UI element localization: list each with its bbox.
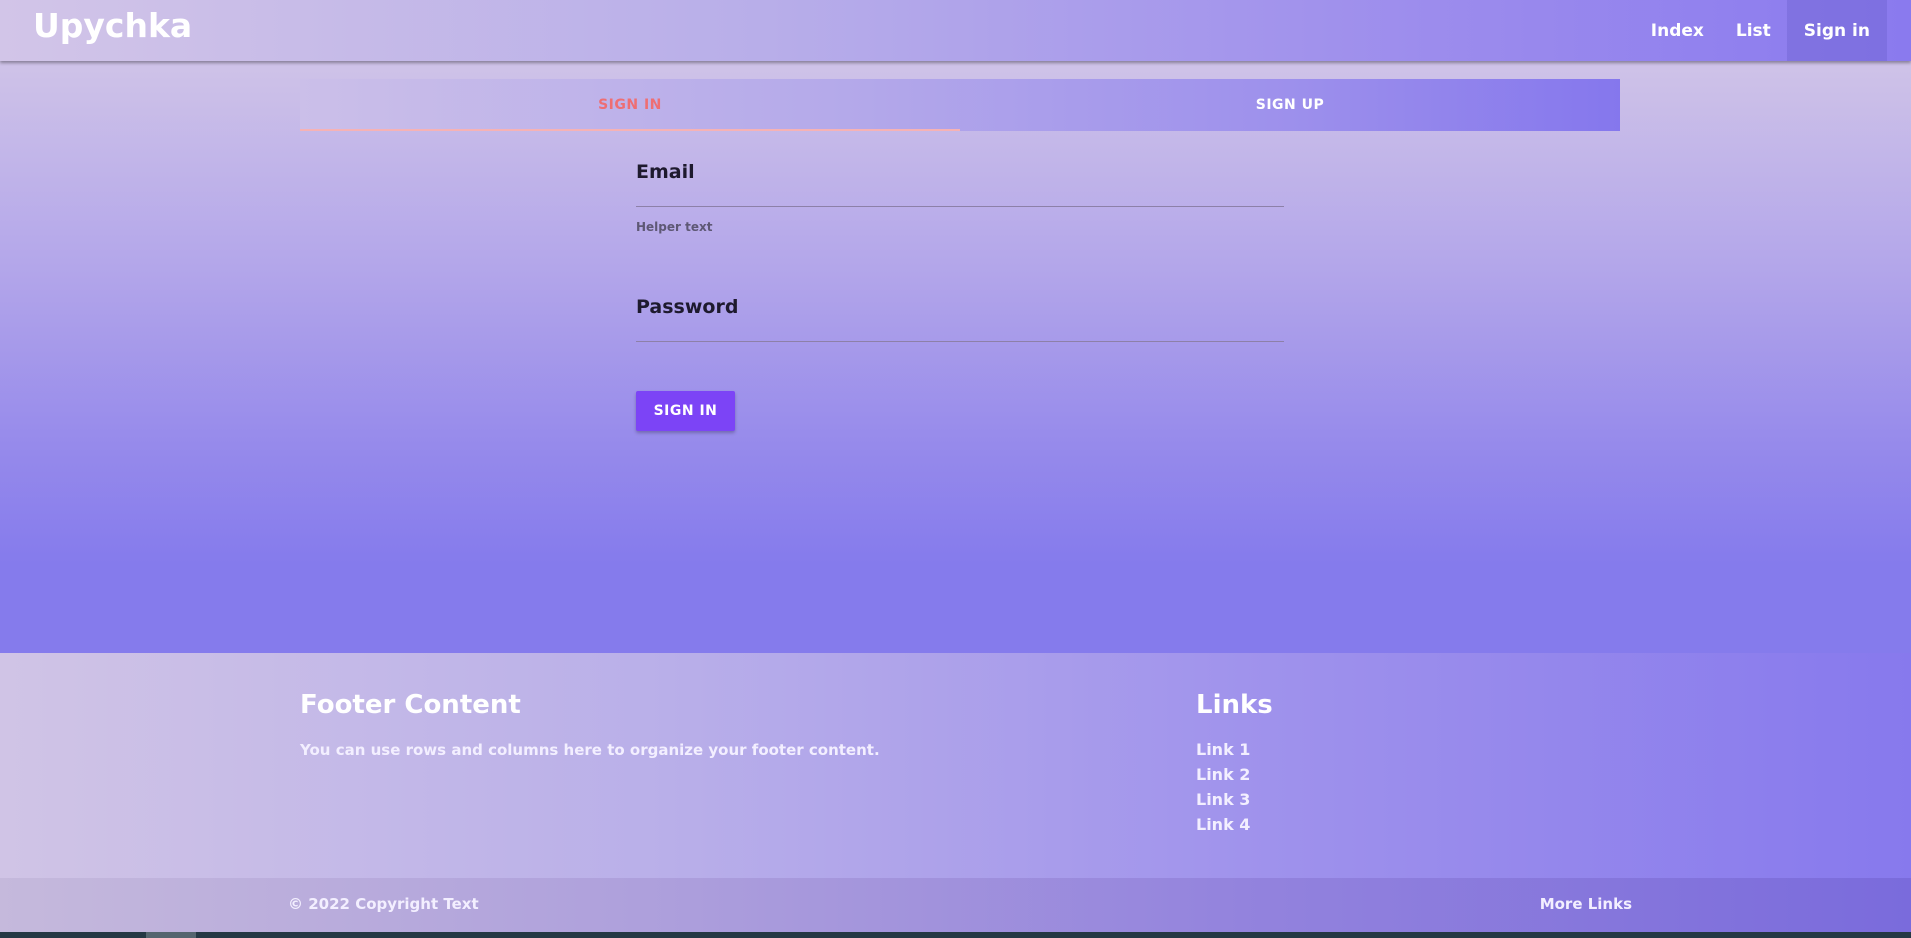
- password-field[interactable]: [636, 328, 1284, 342]
- password-label: Password: [636, 296, 739, 318]
- top-navbar: Upychka Index List Sign in: [0, 0, 1911, 61]
- footer-link-3[interactable]: Link 3: [1196, 790, 1250, 809]
- auth-tabs: SIGN IN SIGN UP: [300, 79, 1620, 131]
- main-content: SIGN IN SIGN UP Email Helper text Passwo…: [0, 61, 1911, 653]
- tab-sign-in[interactable]: SIGN IN: [300, 79, 960, 131]
- sign-in-form: Email Helper text Password SIGN IN: [636, 161, 1284, 431]
- footer-copyright-bar: © 2022 Copyright Text More Links: [0, 878, 1911, 932]
- nav-links: Index List Sign in: [1635, 0, 1911, 61]
- footer-title: Footer Content: [300, 690, 521, 720]
- more-links-link[interactable]: More Links: [1540, 895, 1632, 913]
- tab-sign-up[interactable]: SIGN UP: [960, 79, 1620, 131]
- email-field[interactable]: [636, 193, 1284, 207]
- copyright-text: © 2022 Copyright Text: [288, 895, 479, 913]
- nav-link-index[interactable]: Index: [1635, 0, 1720, 61]
- list-item: Link 2: [1196, 765, 1250, 790]
- footer-link-2[interactable]: Link 2: [1196, 765, 1250, 784]
- footer-text: You can use rows and columns here to org…: [300, 741, 880, 759]
- footer-links-list: Link 1 Link 2 Link 3 Link 4: [1196, 740, 1250, 840]
- scrollbar-thumb[interactable]: [146, 932, 196, 938]
- footer-link-4[interactable]: Link 4: [1196, 815, 1250, 834]
- list-item: Link 1: [1196, 740, 1250, 765]
- page-footer: Footer Content You can use rows and colu…: [0, 653, 1911, 878]
- email-helper-text: Helper text: [636, 220, 713, 234]
- sign-in-button[interactable]: SIGN IN: [636, 391, 735, 431]
- password-field-group: Password: [636, 296, 1284, 343]
- nav-link-sign-in[interactable]: Sign in: [1786, 0, 1887, 61]
- footer-links-title: Links: [1196, 690, 1273, 720]
- email-field-group: Email Helper text: [636, 161, 1284, 234]
- nav-link-list[interactable]: List: [1720, 0, 1787, 61]
- footer-link-1[interactable]: Link 1: [1196, 740, 1250, 759]
- brand-logo[interactable]: Upychka: [33, 6, 192, 45]
- list-item: Link 3: [1196, 790, 1250, 815]
- horizontal-scrollbar[interactable]: [0, 932, 1911, 938]
- email-label: Email: [636, 161, 695, 183]
- list-item: Link 4: [1196, 815, 1250, 840]
